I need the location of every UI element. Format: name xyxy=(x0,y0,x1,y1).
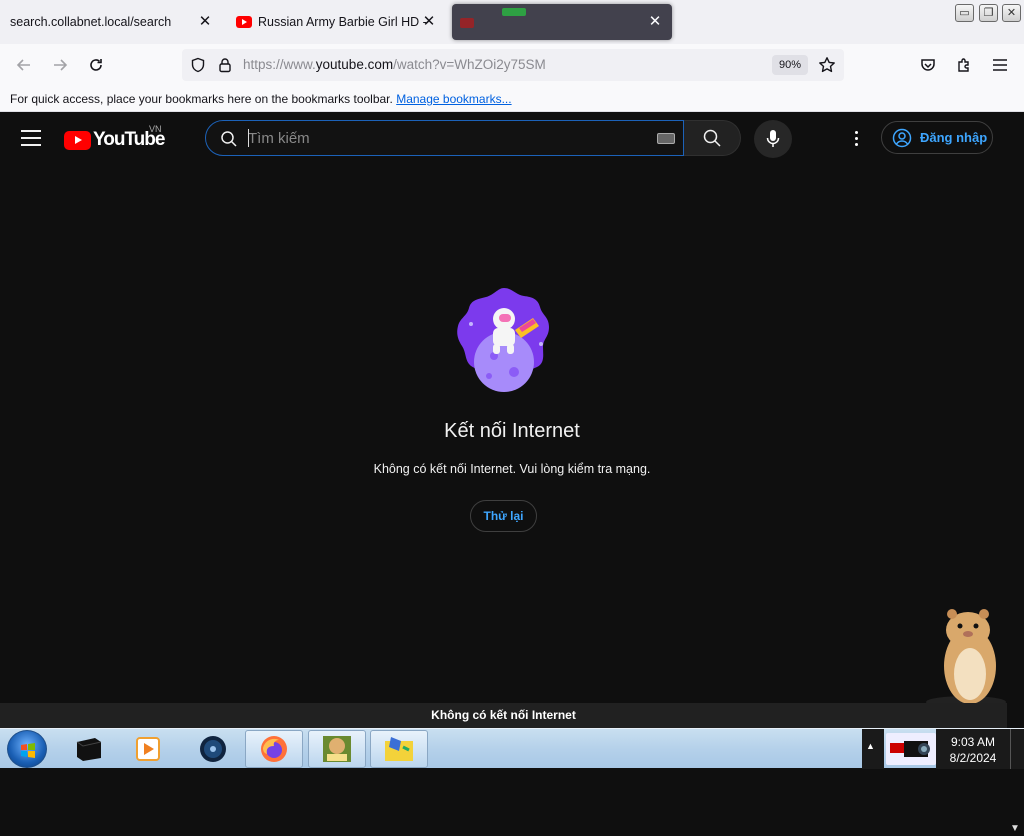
search-icon xyxy=(221,131,237,147)
windows-taskbar: ▲ 9:03 AM 8/2/2024 xyxy=(0,728,1024,769)
reload-icon xyxy=(90,59,102,71)
clock-date: 8/2/2024 xyxy=(949,751,997,765)
star-bookmark-icon[interactable] xyxy=(818,56,836,74)
account-circle-icon xyxy=(892,128,912,147)
url-host: youtube.com xyxy=(315,57,394,72)
youtube-favicon-icon xyxy=(236,16,252,28)
search-input[interactable] xyxy=(248,127,648,149)
offline-description: Không có kết nối Internet. Vui lòng kiểm… xyxy=(373,462,651,476)
notes-icon xyxy=(385,737,413,761)
pocket-button[interactable] xyxy=(914,52,942,78)
url-text[interactable]: https://www.youtube.com/watch?v=WhZOi2y7… xyxy=(243,57,546,72)
tab-close-icon[interactable]: ✕ xyxy=(196,13,214,31)
tab-youtube-barbie[interactable]: Russian Army Barbie Girl HD - ✕ xyxy=(226,0,446,44)
microphone-icon xyxy=(766,130,780,147)
tab-thumbnail-icon xyxy=(502,8,526,16)
sign-in-label: Đăng nhập xyxy=(920,130,988,145)
show-hidden-icons-icon[interactable]: ▲ xyxy=(866,741,875,751)
minimize-button[interactable]: ▭ xyxy=(955,4,974,22)
search-icon xyxy=(703,129,721,147)
show-desktop-button[interactable] xyxy=(1010,729,1024,769)
text-caret xyxy=(248,129,249,147)
sandbox-icon xyxy=(323,736,351,762)
forward-button[interactable] xyxy=(46,52,74,78)
black-box-icon xyxy=(76,738,102,761)
taskbar-app-media-player[interactable] xyxy=(119,730,177,768)
tray-camera-icon[interactable] xyxy=(886,733,936,765)
taskbar-app-sandbox[interactable] xyxy=(308,730,366,768)
search-box xyxy=(205,120,684,156)
retry-button[interactable]: Thử lại xyxy=(470,500,537,532)
guide-menu-icon[interactable] xyxy=(21,130,41,146)
country-code: VN xyxy=(149,124,162,134)
pocket-icon xyxy=(921,59,935,71)
offline-toast: Không có kết nối Internet xyxy=(0,703,1007,728)
close-window-button[interactable]: ✕ xyxy=(1002,4,1021,22)
sign-in-button[interactable]: Đăng nhập xyxy=(881,121,993,154)
voice-search-button[interactable] xyxy=(754,120,792,158)
url-prefix: https://www. xyxy=(243,57,316,72)
globe-disc-icon xyxy=(200,736,226,762)
back-button[interactable] xyxy=(10,52,38,78)
app-menu-button[interactable] xyxy=(986,52,1014,78)
youtube-favicon-icon xyxy=(460,18,474,28)
youtube-logo[interactable]: YouTube VN xyxy=(64,124,165,151)
zoom-level-button[interactable]: 90% xyxy=(772,55,808,75)
tab-search-collabnet[interactable]: search.collabnet.local/search ✕ xyxy=(0,0,222,44)
tab-active[interactable]: ✕ xyxy=(452,4,672,40)
shield-icon[interactable] xyxy=(190,57,206,73)
reload-button[interactable] xyxy=(82,52,110,78)
url-path: /watch?v=WhZOi2y75SM xyxy=(393,57,546,72)
tab-title: Russian Army Barbie Girl HD - xyxy=(258,15,427,29)
taskbar-app-notes[interactable] xyxy=(370,730,428,768)
arrow-left-icon xyxy=(16,59,30,71)
youtube-play-icon xyxy=(64,130,91,150)
taskbar-app-disc[interactable] xyxy=(184,730,242,768)
start-button[interactable] xyxy=(7,730,47,768)
system-clock[interactable]: 9:03 AM 8/2/2024 xyxy=(936,729,1010,769)
taskbar-app-firefox[interactable] xyxy=(245,730,303,768)
scroll-down-icon[interactable]: ▼ xyxy=(1008,822,1022,836)
navigation-toolbar: https://www.youtube.com/watch?v=WhZOi2y7… xyxy=(0,44,1024,86)
bookmarks-toolbar: For quick access, place your bookmarks h… xyxy=(0,86,1024,112)
astronaut-illustration-icon xyxy=(457,288,549,392)
restore-button[interactable]: ❐ xyxy=(979,4,998,22)
puzzle-icon xyxy=(958,58,969,72)
bookmarks-hint-text: For quick access, place your bookmarks h… xyxy=(10,92,393,106)
windows-logo-icon xyxy=(21,743,35,758)
clock-time: 9:03 AM xyxy=(950,735,996,749)
lock-icon[interactable] xyxy=(218,57,232,73)
tab-strip: search.collabnet.local/search ✕ Russian … xyxy=(0,0,1024,44)
youtube-page: YouTube VN Đăng nhập xyxy=(0,112,1024,834)
settings-menu-icon[interactable] xyxy=(846,128,866,148)
tab-title: search.collabnet.local/search xyxy=(10,15,172,29)
tab-close-icon[interactable]: ✕ xyxy=(646,13,664,31)
hamburger-menu-icon xyxy=(993,59,1007,71)
arrow-right-icon xyxy=(54,59,68,71)
search-button[interactable] xyxy=(684,120,741,156)
firefox-icon xyxy=(261,736,287,762)
hamster-sticker-icon xyxy=(926,609,1006,708)
offline-title: Kết nối Internet xyxy=(444,420,580,442)
extensions-button[interactable] xyxy=(950,52,978,78)
taskbar-app-black-box[interactable] xyxy=(59,730,117,768)
youtube-masthead: YouTube VN Đăng nhập xyxy=(0,112,1024,164)
media-player-icon xyxy=(136,737,160,761)
tab-close-icon[interactable]: ✕ xyxy=(420,13,438,31)
keyboard-icon[interactable] xyxy=(657,133,675,144)
manage-bookmarks-link[interactable]: Manage bookmarks... xyxy=(396,92,511,106)
address-bar[interactable]: https://www.youtube.com/watch?v=WhZOi2y7… xyxy=(182,49,844,81)
